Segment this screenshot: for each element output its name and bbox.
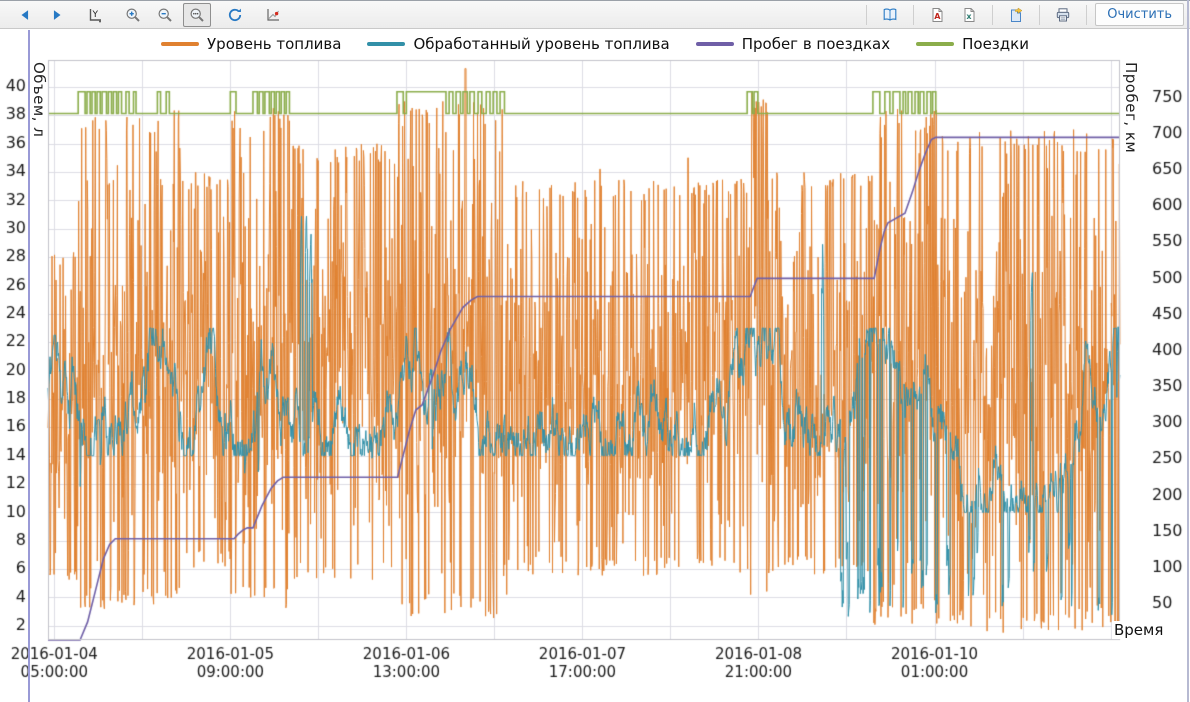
- toolbar-separator: [1086, 5, 1087, 25]
- y-scale-button[interactable]: Y: [81, 3, 109, 27]
- zoom-selection-icon: [189, 7, 205, 23]
- toolbar-group: Y: [81, 3, 109, 27]
- export-file-icon: [1008, 7, 1025, 23]
- toolbar-group: [119, 3, 211, 27]
- legend-swatch-trips: [916, 42, 954, 46]
- legend-swatch-fuel_raw: [161, 42, 199, 46]
- clear-button[interactable]: Очистить: [1095, 3, 1184, 26]
- chart-legend: Уровень топлива Обработанный уровень топл…: [0, 33, 1190, 55]
- export-button[interactable]: [1002, 3, 1030, 27]
- time-axis-label: Время: [1112, 621, 1165, 639]
- zoom-out-icon: [157, 7, 173, 23]
- zoom-in-icon: [125, 7, 141, 23]
- print-icon: [1054, 7, 1072, 23]
- forward-arrow-icon: [50, 8, 64, 22]
- legend-item-fuel_processed[interactable]: Обработанный уровень топлива: [367, 35, 669, 53]
- svg-text:Y: Y: [92, 10, 99, 20]
- toolbar-separator: [1039, 5, 1040, 25]
- legend-label: Обработанный уровень топлива: [413, 35, 669, 53]
- svg-text:A: A: [934, 12, 941, 21]
- toolbar-separator: [992, 5, 993, 25]
- book-button[interactable]: [876, 3, 904, 27]
- curve-editor-icon: [265, 7, 281, 23]
- excel-button[interactable]: x: [955, 3, 983, 27]
- crosshair-line: [28, 30, 30, 702]
- zoom-in-button[interactable]: [119, 3, 147, 27]
- left-axis-title: Объем, л: [30, 62, 48, 137]
- export-excel-icon: x: [961, 7, 977, 23]
- legend-item-odometer[interactable]: Пробег в поездках: [696, 35, 890, 53]
- toolbar: Y Ax Очистить: [0, 0, 1190, 29]
- legend-label: Пробег в поездках: [742, 35, 890, 53]
- export-pdf-icon: A: [929, 7, 945, 23]
- toolbar-group: Ax: [923, 3, 983, 27]
- legend-swatch-odometer: [696, 42, 734, 46]
- toolbar-group: [259, 3, 287, 27]
- legend-label: Поездки: [962, 35, 1029, 53]
- chart-plot-canvas[interactable]: [0, 56, 1190, 702]
- toolbar-group: [1049, 3, 1077, 27]
- toolbar-separator: [866, 5, 867, 25]
- toolbar-right-buttons: Ax Очистить: [862, 1, 1184, 28]
- toolbar-group: [11, 3, 71, 27]
- report-book-icon: [881, 7, 899, 23]
- back-button[interactable]: [11, 3, 39, 27]
- print-button[interactable]: [1049, 3, 1077, 27]
- toolbar-separator: [913, 5, 914, 25]
- toolbar-group: [876, 3, 904, 27]
- widget-right-border: [1187, 0, 1189, 702]
- right-axis-title: Пробег, км: [1122, 62, 1140, 153]
- forward-button[interactable]: [43, 3, 71, 27]
- zoom-out-button[interactable]: [151, 3, 179, 27]
- svg-text:x: x: [967, 12, 973, 21]
- legend-label: Уровень топлива: [207, 35, 341, 53]
- toolbar-group: [1002, 3, 1030, 27]
- y-axis-scale-icon: Y: [87, 7, 103, 23]
- curve-editor-button[interactable]: [259, 3, 287, 27]
- legend-swatch-fuel_processed: [367, 42, 405, 46]
- refresh-icon: [227, 7, 243, 23]
- back-arrow-icon: [18, 8, 32, 22]
- legend-item-fuel_raw[interactable]: Уровень топлива: [161, 35, 341, 53]
- zoom-select-button[interactable]: [183, 3, 211, 27]
- pdf-button[interactable]: A: [923, 3, 951, 27]
- legend-item-trips[interactable]: Поездки: [916, 35, 1029, 53]
- toolbar-group: [221, 3, 249, 27]
- refresh-button[interactable]: [221, 3, 249, 27]
- toolbar-left-buttons: Y: [6, 1, 292, 28]
